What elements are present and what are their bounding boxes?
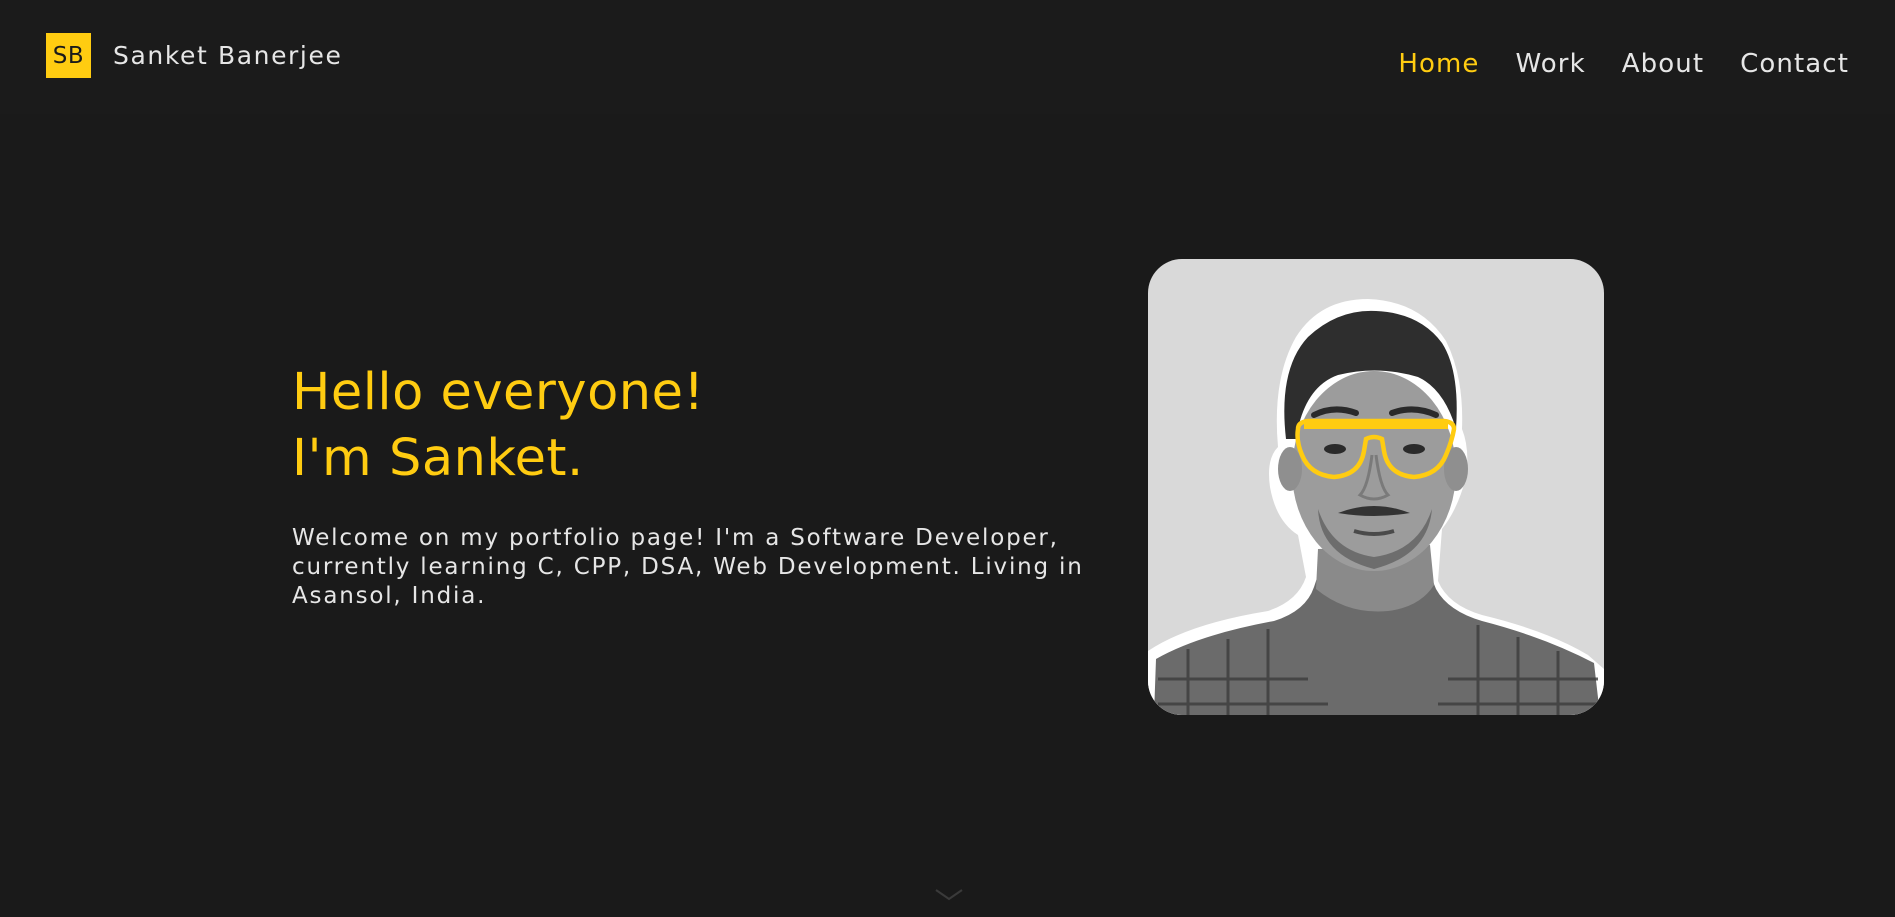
- profile-photo-illustration: [1148, 299, 1604, 715]
- hero-title-greeting: Hello everyone!: [292, 363, 705, 422]
- nav-work-link[interactable]: Work: [1516, 46, 1586, 82]
- hero-title: Hello everyone! I'm Sanket.: [292, 360, 704, 492]
- profile-photo: [1148, 259, 1604, 715]
- nav-home-link[interactable]: Home: [1398, 46, 1479, 82]
- logo-badge[interactable]: SB: [46, 33, 91, 78]
- nav-links: Home Work About Contact: [1398, 46, 1849, 82]
- nav-about-link[interactable]: About: [1622, 46, 1704, 82]
- hero-description: Welcome on my portfolio page! I'm a Soft…: [292, 525, 1084, 609]
- hero-title-name: I'm Sanket.: [292, 429, 584, 488]
- navbar: SB Sanket Banerjee Home Work About Conta…: [0, 0, 1895, 114]
- nav-contact-link[interactable]: Contact: [1740, 46, 1849, 82]
- chevron-down-icon[interactable]: [934, 888, 964, 902]
- logo-name[interactable]: Sanket Banerjee: [113, 38, 342, 74]
